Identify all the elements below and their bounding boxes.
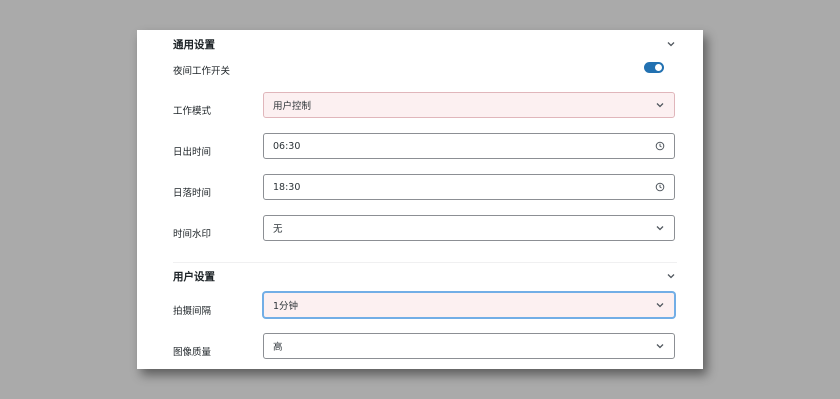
clock-icon[interactable]: [654, 181, 666, 193]
interval-select[interactable]: 1分钟: [263, 292, 675, 318]
chevron-down-icon: [654, 99, 666, 111]
chevron-down-icon[interactable]: [665, 270, 677, 282]
interval-label: 拍摄间隔: [173, 306, 212, 317]
sunset-label: 日落时间: [173, 188, 212, 199]
sunrise-time-input[interactable]: 06:30: [263, 133, 675, 159]
section-divider: [173, 262, 677, 263]
user-settings-header[interactable]: 用户设置: [173, 266, 677, 286]
work-mode-label: 工作模式: [173, 106, 212, 117]
sunset-value: 18:30: [273, 181, 301, 193]
general-settings-title: 通用设置: [173, 38, 215, 51]
work-mode-select[interactable]: 用户控制: [263, 92, 675, 118]
watermark-value: 无: [273, 224, 283, 235]
user-settings-title: 用户设置: [173, 270, 215, 283]
chevron-down-icon[interactable]: [665, 38, 677, 50]
quality-select[interactable]: 高: [263, 333, 675, 359]
sunrise-value: 06:30: [273, 140, 301, 152]
quality-label: 图像质量: [173, 347, 212, 358]
toggle-knob: [655, 64, 662, 71]
chevron-down-icon: [654, 340, 666, 352]
chevron-down-icon: [654, 222, 666, 234]
watermark-select[interactable]: 无: [263, 215, 675, 241]
night-switch-toggle[interactable]: [644, 62, 664, 73]
sunrise-label: 日出时间: [173, 147, 212, 158]
chevron-down-icon: [654, 299, 666, 311]
clock-icon[interactable]: [654, 140, 666, 152]
work-mode-value: 用户控制: [273, 101, 312, 112]
general-settings-header[interactable]: 通用设置: [173, 34, 677, 54]
sunset-time-input[interactable]: 18:30: [263, 174, 675, 200]
night-switch-label: 夜间工作开关: [173, 66, 231, 77]
quality-value: 高: [273, 342, 283, 353]
watermark-label: 时间水印: [173, 229, 212, 240]
settings-panel: 通用设置 夜间工作开关 工作模式 用户控制 日出时间 06:30 日落时间 18…: [137, 30, 703, 369]
interval-value: 1分钟: [273, 301, 299, 312]
